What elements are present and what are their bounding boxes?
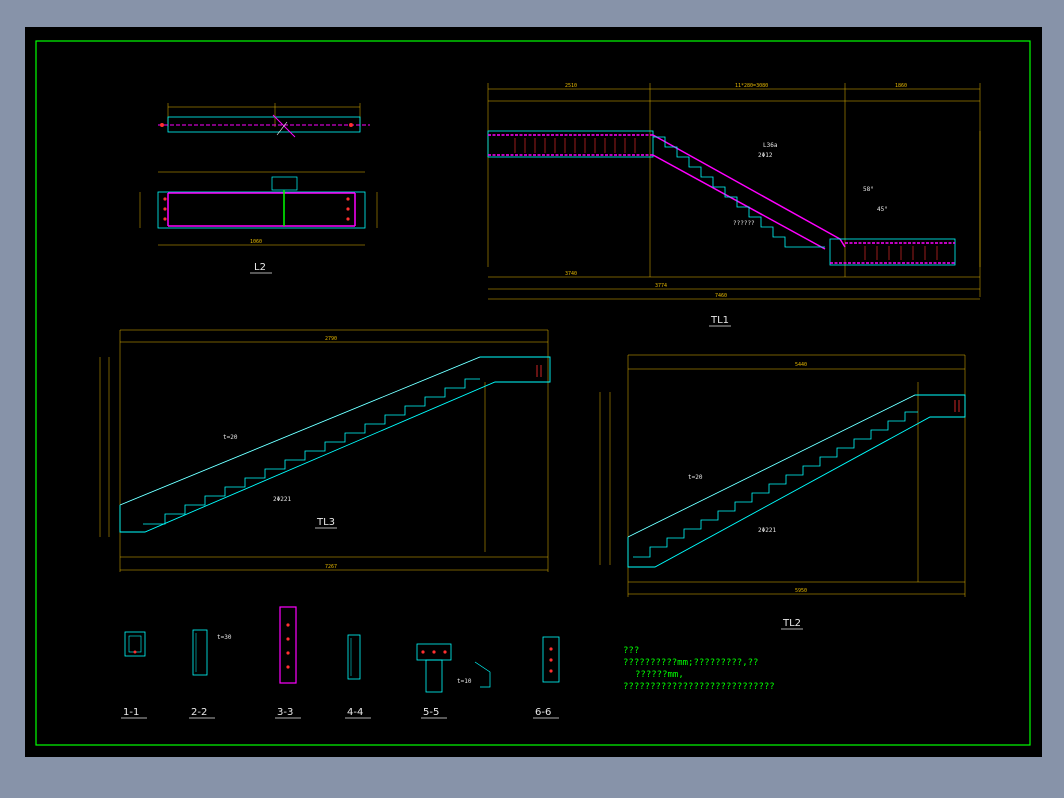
title-tl2: TL2	[782, 618, 801, 629]
tl1-dim-e: 3774	[655, 283, 667, 289]
sec55-label: t=10	[457, 678, 472, 685]
tl1-angle-2: 45°	[877, 206, 888, 213]
notes-line3: ????????????????????????????	[623, 682, 775, 692]
frame-border	[35, 40, 1031, 746]
drawing-canvas: 1060 L2 2510 11*280=3080 1860 3740 3774 …	[25, 27, 1042, 757]
tl1-view: 2510 11*280=3080 1860 3740 3774 7460	[487, 83, 981, 300]
tl3-dim-bottom: 7267	[325, 564, 337, 570]
title-s66: 6-6	[535, 707, 551, 718]
title-s55: 5-5	[423, 707, 439, 718]
section-4-4	[347, 634, 361, 680]
tl1-dim-d: 3740	[565, 271, 577, 277]
tl3-label-r: 2Φ221	[273, 496, 291, 503]
tl2-label-t: t=20	[688, 474, 703, 481]
title-s22: 2-2	[191, 707, 207, 718]
l2-view: 1060	[139, 103, 378, 246]
drawing-svg: 1060 L2 2510 11*280=3080 1860 3740 3774 …	[35, 40, 1031, 746]
section-3-3	[279, 606, 297, 684]
tl2-view: 5440 5950	[599, 354, 966, 597]
tl1-angle-1: 58°	[863, 186, 874, 193]
section-6-6	[542, 636, 560, 683]
tl3-label-t: t=20	[223, 434, 238, 441]
section-1-1	[124, 631, 146, 657]
section-2-2	[192, 629, 208, 676]
title-l2: L2	[254, 262, 266, 273]
tl1-dim-c: 1860	[895, 83, 907, 89]
tl1-dim-f: 7460	[715, 293, 727, 299]
tl2-dim-top: 5440	[795, 362, 807, 368]
tl1-dim-a: 2510	[565, 83, 577, 89]
title-tl3: TL3	[316, 517, 335, 528]
tl3-dim-top: 2790	[325, 336, 337, 342]
l2-width-dim: 1060	[250, 239, 262, 245]
title-tl1: TL1	[710, 315, 729, 326]
title-s33: 3-3	[277, 707, 293, 718]
tl1-label-b: 2Φ12	[758, 152, 773, 159]
tl2-dim-bottom: 5950	[795, 588, 807, 594]
tl1-label-c: ??????	[733, 220, 755, 227]
tl2-label-r: 2Φ221	[758, 527, 776, 534]
sec22-label: t=30	[217, 634, 232, 641]
tl1-dim-b: 11*280=3080	[735, 83, 768, 89]
section-5-5	[416, 643, 491, 693]
title-s44: 4-4	[347, 707, 363, 718]
tl3-view: 2790 7267	[99, 329, 551, 572]
notes-line1: ??????????mm;?????????,??	[623, 658, 758, 668]
notes-line2: ??????mm,	[635, 670, 684, 680]
notes-heading: ???	[623, 646, 639, 656]
tl1-label-a: L36a	[763, 142, 778, 149]
title-s11: 1-1	[123, 707, 139, 718]
